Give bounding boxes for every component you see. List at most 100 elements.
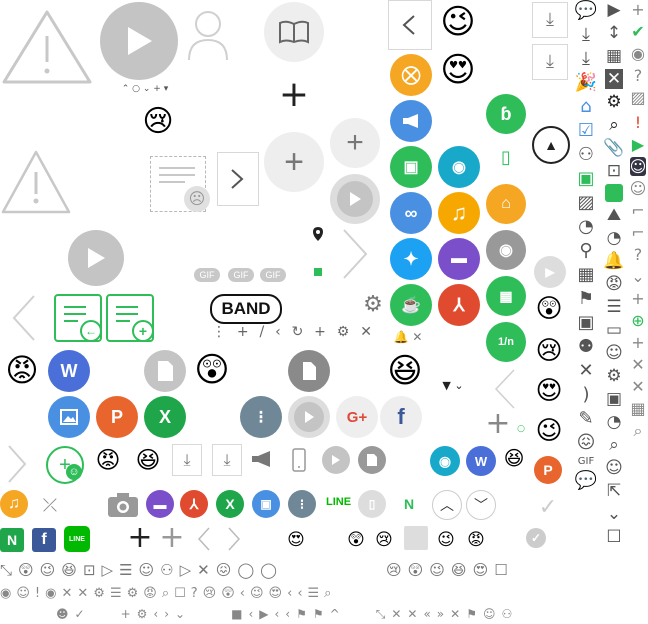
wink-emoji-icon: 😉 — [437, 529, 455, 550]
gif-badge: GIF — [260, 268, 286, 282]
chevron-left-icon — [402, 15, 415, 35]
cake-icon: ⌂ — [486, 184, 526, 224]
dropdown-arrows[interactable]: ▼ ⌄ — [436, 378, 470, 392]
wink-emoji-icon: 😉 — [535, 416, 563, 446]
checkmark-icon: ✓ — [538, 495, 558, 520]
icon-strip-c: + ✔ ◉? ▨! ▶ ☺ ☺ ⌐ ⌐? ⌄ + ⊕ + ✕ ✕ ▦ ⌕ — [629, 0, 647, 440]
laughing-emoji-icon: 😆 — [135, 446, 161, 474]
emoji-badge-icon: ☺ — [66, 464, 82, 480]
pdf-icon: ⅄ — [438, 284, 480, 326]
small-icon-row: ◉ ☺! ◉ ✕ ✕ ⚙ ☰ ⚙ 😡 ⌕ ☐? 😢 😲 ‹ 😉 😍 ‹ ‹ ☰ ⌕ — [0, 585, 332, 601]
plus-icon[interactable]: + — [278, 77, 310, 113]
plus-icon[interactable]: + — [484, 409, 512, 439]
icon-strip-b: ▶ ↕ ▦ ✕ ⚙ ⌕ 📎 ⊡ ⛰ ◔ 🔔 😡 ☰ ▭ ☺ ⚙ ▣ ◔ ⌕ ☺ ⇱ ⌄ ☐ — [603, 0, 625, 547]
no-notification-icon: ⛒ — [390, 54, 432, 96]
plus-button[interactable]: + — [330, 118, 380, 168]
angry-emoji-icon: 😡 — [95, 446, 121, 474]
megaphone-icon — [390, 100, 432, 142]
link-icon: ∞ — [390, 192, 432, 234]
image-placeholder-icon — [404, 526, 428, 550]
surprised-emoji-icon: 😲 — [347, 529, 365, 550]
gif-badge: GIF — [228, 268, 254, 282]
download-button[interactable]: ⤓ — [172, 444, 202, 476]
heart-eyes-emoji-icon: 😍 — [287, 529, 305, 550]
chevron-right-icon[interactable] — [6, 444, 28, 484]
phone-icon — [292, 448, 306, 472]
camera-icon: ◉ — [486, 230, 526, 270]
eye-icon: ◉ — [430, 446, 460, 476]
laughing-emoji-icon: 😆 — [503, 446, 525, 470]
toolbar-row: ⋮ + / ‹ ↻ + ⚙ ✕ — [212, 324, 372, 340]
book-button[interactable] — [264, 2, 324, 62]
surprised-emoji-icon: 😲 — [194, 350, 230, 390]
plus-icon[interactable]: + — [126, 523, 154, 553]
facebook-icon[interactable]: f — [32, 528, 56, 552]
check-circle-icon: ✓ — [526, 528, 546, 548]
play-button[interactable] — [322, 446, 350, 474]
google-plus-icon[interactable]: G+ — [336, 396, 378, 438]
laughing-emoji-icon: 😆 — [387, 351, 423, 391]
band-logo: BAND — [210, 294, 282, 324]
image-icon — [48, 396, 90, 438]
bell-button[interactable]: ▲ — [532, 126, 570, 164]
twitter-icon: ✦ — [390, 238, 432, 280]
document-add-icon: + — [106, 294, 154, 342]
zip-file-icon: ⁝ — [240, 396, 282, 438]
image-icon: ▣ — [252, 490, 280, 518]
line-logo: LINE — [326, 496, 352, 508]
chevron-left-icon[interactable] — [10, 294, 38, 342]
video-icon: ▬ — [438, 238, 480, 280]
camera-icon[interactable] — [106, 490, 140, 518]
green-dot — [314, 268, 322, 276]
coffee-icon: ☕ — [390, 284, 432, 326]
document-back-icon: ← — [54, 294, 102, 342]
chevron-left-icon[interactable] — [492, 368, 518, 410]
video-icon: ▬ — [146, 490, 174, 518]
angry-emoji-icon: 😡 — [5, 351, 39, 389]
powerpoint-file-icon: P — [96, 396, 138, 438]
calendar-icon: ▦ — [486, 276, 526, 316]
play-button[interactable] — [330, 174, 380, 224]
play-button[interactable]: ▶ — [534, 256, 566, 288]
plus-button[interactable]: + — [264, 132, 324, 192]
document-icon — [288, 350, 330, 392]
status-dot: ○ — [517, 423, 525, 434]
icon-strip-a: 💬 ⤓ ⤓ 🎉 ⌂ ☑ ⚇ ▣ ▨ ◔ ⚲ ▦ ⚑ ▣ ⚉ ✕) ✎ 😖 GIF 💬 — [574, 0, 598, 491]
word-file-icon: W — [466, 446, 496, 476]
sad-emoji-icon: 😢 — [535, 336, 563, 366]
facebook-icon[interactable]: f — [380, 396, 422, 438]
naver-logo: N — [404, 496, 415, 512]
chevron-right-icon[interactable] — [340, 228, 370, 280]
chevron-up-button[interactable]: ︿ — [432, 490, 462, 520]
gif-badge: GIF — [194, 268, 220, 282]
zip-file-icon: ⁝ — [288, 490, 316, 518]
toolbar-mini: ⌃ ○ ⌄ + ▾ — [121, 83, 169, 94]
shrink-icon[interactable]: ⤫ — [38, 494, 62, 518]
small-icon-row: ☻ ✓ + ⚙ ‹ › ⌄ ■ ‹ ▶ ‹ ‹ ⚑ ⚑ ^ ⤡ ✕ ✕ «» ✕ ⚑ ☺ ⚇ — [56, 607, 513, 621]
word-file-icon: W — [48, 350, 90, 392]
chevron-down-button[interactable]: ﹀ — [466, 490, 496, 520]
notification-row: 🔔 ✕ — [393, 330, 423, 344]
gear-icon[interactable]: ⚙ — [360, 292, 386, 318]
powerpoint-file-icon: P — [534, 456, 562, 484]
heart-eyes-emoji-icon: 😍 — [440, 50, 476, 90]
document-icon: ▯ — [501, 147, 511, 168]
excel-file-icon: X — [144, 396, 186, 438]
chevron-right-icon[interactable] — [226, 526, 242, 552]
heart-eyes-emoji-icon: 😍 — [535, 376, 563, 406]
chevron-left-icon[interactable] — [196, 526, 212, 552]
download-button[interactable]: ⤓ — [532, 44, 568, 80]
play-button[interactable] — [68, 230, 124, 286]
download-button[interactable]: ⤓ — [532, 2, 568, 38]
chevron-right-icon — [231, 169, 244, 189]
eye-icon: ◉ — [438, 146, 480, 188]
sad-emoji-icon: 😢 — [142, 104, 174, 139]
plus-icon[interactable]: + — [158, 523, 186, 553]
document-icon — [358, 446, 386, 474]
music-icon: ♫ — [438, 192, 480, 234]
play-button[interactable] — [100, 2, 178, 80]
play-button[interactable] — [288, 396, 330, 438]
line-logo: LINE — [64, 526, 90, 552]
sad-emoji-icon: 😢 — [375, 529, 393, 550]
download-button[interactable]: ⤓ — [212, 444, 242, 476]
